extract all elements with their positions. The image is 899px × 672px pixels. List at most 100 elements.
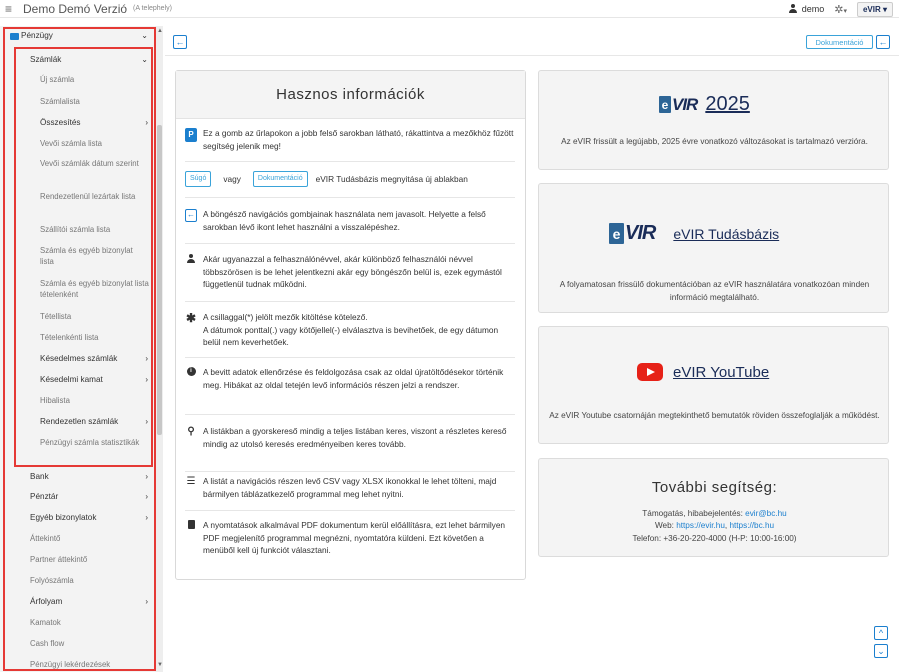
chevron-right-icon: › xyxy=(145,492,148,501)
evir-logo: e VIR xyxy=(659,95,698,115)
sugo-chip: Súgó xyxy=(185,171,212,187)
info-row-validation: i A bevitt adatok ellenőrzése és feldolg… xyxy=(185,366,515,391)
divider xyxy=(185,414,515,415)
useful-info-card: Hasznos információk P Ez a gomb az űrlap… xyxy=(175,70,526,580)
version-2025-title[interactable]: 2025 xyxy=(705,93,750,116)
chevron-right-icon: › xyxy=(145,597,148,606)
sidebar-item-kamatok[interactable]: Kamatok xyxy=(30,618,150,629)
info-row-print: A nyomtatások alkalmával PDF dokumentum … xyxy=(185,519,515,557)
app-subtitle: (A telephely) xyxy=(133,5,172,12)
info-row-search: ⚲ A listákban a gyorskereső mindig a tel… xyxy=(185,425,515,450)
documentation-chip: Dokumentáció xyxy=(252,171,308,187)
divider xyxy=(185,301,515,302)
back-button-right[interactable]: ← xyxy=(876,35,890,49)
youtube-title[interactable]: eVIR YouTube xyxy=(673,364,769,381)
pdf-file-icon xyxy=(187,520,195,529)
sidebar-item-szamla-bizonylat-lista[interactable]: Számla és egyéb bizonylat lista xyxy=(40,246,140,267)
sidebar-item-szallitoi-szamla-lista[interactable]: Szállítói számla lista xyxy=(40,225,150,236)
sidebar-item-kesedelmi-kamat[interactable]: Késedelmi kamat › xyxy=(40,375,155,386)
sidebar-item-tetelenkenti-lista[interactable]: Tételenkénti lista xyxy=(40,333,150,344)
sidebar-item-egyeb-bizonylatok[interactable]: Egyéb bizonylatok › xyxy=(30,513,155,524)
further-help-title: További segítség: xyxy=(651,479,778,496)
sidebar-scroll-up-icon[interactable]: ▲ xyxy=(157,28,163,34)
sidebar-item-penzugyi-lekerdezesek[interactable]: Pénzügyi lekérdezések xyxy=(30,660,152,671)
help-p-icon: P xyxy=(185,128,197,142)
sidebar-item-osszesites[interactable]: Összesítés › xyxy=(40,118,155,129)
sidebar-item-arfolyam[interactable]: Árfolyam › xyxy=(30,597,155,608)
sidebar-item-vevoi-szamlak-datum[interactable]: Vevői számlák dátum szerint xyxy=(40,159,150,170)
sidebar-item-partner-attekinto[interactable]: Partner áttekintő xyxy=(30,555,150,566)
chevron-down-icon: ⌄ xyxy=(141,31,148,40)
list-icon: ☰ xyxy=(186,476,196,487)
chevron-down-icon: ⌄ xyxy=(141,55,148,64)
useful-info-title: Hasznos információk xyxy=(176,71,525,119)
money-icon xyxy=(10,32,19,40)
sidebar-item-penzugy[interactable]: Pénzügy ⌄ xyxy=(10,31,155,42)
info-icon: i xyxy=(186,367,196,376)
chevron-right-icon: › xyxy=(145,417,148,426)
sidebar-item-rendezetlen-szamlak[interactable]: Rendezetlen számlák › xyxy=(40,417,155,428)
asterisk-icon: ✱ xyxy=(185,311,197,325)
sidebar-item-rendezetlenul-lezartak[interactable]: Rendezetlenül lezártak lista xyxy=(40,192,150,203)
info-row-export: ☰ A listát a navigációs részen levő CSV … xyxy=(186,476,497,499)
sidebar-item-kesedelmes-szamlak[interactable]: Késedelmes számlák › xyxy=(40,354,155,365)
help-phone-line: Telefon: +36-20-220-4000 (H-P: 10:00-16:… xyxy=(632,534,797,543)
divider xyxy=(185,161,515,162)
sidebar-item-penzugyi-szamla-statisztikak[interactable]: Pénzügyi számla statisztikák xyxy=(40,438,140,449)
evir-logo-menu[interactable]: eVIR ▾ xyxy=(857,1,893,17)
card-youtube[interactable]: eVIR YouTube Az eVIR Youtube csatornáján… xyxy=(538,326,889,444)
chevron-right-icon: › xyxy=(145,375,148,384)
help-web-line: Web: https://evir.hu, https://bc.hu xyxy=(654,521,775,530)
divider xyxy=(185,357,515,358)
sidebar-item-attekinto[interactable]: Áttekintő xyxy=(30,534,150,545)
hamburger-menu-icon[interactable]: ≡ xyxy=(5,2,21,16)
support-email-link[interactable]: evir@bc.hu xyxy=(745,509,787,518)
chevron-right-icon: › xyxy=(145,118,148,127)
youtube-desc: Az eVIR Youtube csatornáján megtekinthet… xyxy=(549,411,880,420)
help-support-line: Támogatás, hibabejelentés: evir@bc.hu xyxy=(642,509,787,518)
search-icon: ⚲ xyxy=(187,426,195,437)
web-link-bc[interactable]: https://bc.hu xyxy=(729,521,774,530)
sidebar-item-folyoszamla[interactable]: Folyószámla xyxy=(30,576,150,587)
info-row-required: ✱ A csillaggal(*) jelölt mezők kitöltése… xyxy=(185,311,499,347)
top-bar: ≡ Demo Demó Verzió (A telephely) demo ✲▾… xyxy=(0,0,899,18)
scroll-top-button[interactable]: ^ xyxy=(874,626,888,640)
documentation-button[interactable]: Dokumentáció xyxy=(806,35,873,49)
info-row-docs: Súgó vagy Dokumentáció eVIR Tudásbázis m… xyxy=(185,171,515,187)
sidebar-scroll-down-icon[interactable]: ▼ xyxy=(157,662,163,668)
sidebar-item-vevoi-szamla-lista[interactable]: Vevői számla lista xyxy=(40,139,150,150)
sidebar-item-uj-szamla[interactable]: Új számla xyxy=(40,75,150,86)
app-title: Demo Demó Verzió xyxy=(23,1,128,16)
sidebar-item-szamla-bizonylat-tetelenkent[interactable]: Számla és egyéb bizonylat lista tételenk… xyxy=(40,279,152,300)
knowledge-base-desc: A folyamatosan frissülő dokumentációban … xyxy=(559,280,870,302)
scroll-bottom-button[interactable]: ⌄ xyxy=(874,644,888,658)
chevron-right-icon: › xyxy=(145,472,148,481)
divider xyxy=(185,510,515,511)
user-menu[interactable]: demo xyxy=(788,4,825,14)
sidebar-item-tetellista[interactable]: Tétellista xyxy=(40,312,150,323)
back-button[interactable]: ← xyxy=(173,35,187,49)
knowledge-base-title[interactable]: eVIR Tudásbázis xyxy=(673,226,779,242)
version-2025-desc: Az eVIR frissült a legújabb, 2025 évre v… xyxy=(561,137,868,146)
card-knowledge-base[interactable]: e VIR eVIR Tudásbázis A folyamatosan fri… xyxy=(538,183,889,313)
user-name: demo xyxy=(801,4,825,14)
sidebar-item-szamlalista[interactable]: Számlalista xyxy=(40,97,150,108)
info-row-navigation: ← A böngésző navigációs gombjainak haszn… xyxy=(185,209,486,232)
info-row-login: Akár ugyanazzal a felhasználónévvel, aká… xyxy=(185,253,515,291)
sidebar-item-cash-flow[interactable]: Cash flow xyxy=(30,639,150,650)
settings-menu[interactable]: ✲▾ xyxy=(834,3,847,16)
web-link-evir[interactable]: https://evir.hu xyxy=(676,521,725,530)
sidebar-item-penztar[interactable]: Pénztár › xyxy=(30,492,155,503)
card-version-2025[interactable]: e VIR 2025 Az eVIR frissült a legújabb, … xyxy=(538,70,889,170)
info-row-help-button: P Ez a gomb az űrlapokon a jobb felső sa… xyxy=(185,127,515,152)
chevron-right-icon: › xyxy=(145,513,148,522)
youtube-icon xyxy=(637,363,663,381)
sidebar-item-bank[interactable]: Bank › xyxy=(30,472,155,483)
toolbar-divider xyxy=(165,55,899,56)
sidebar-scroll-thumb[interactable] xyxy=(157,125,162,435)
evir-logo: e VIR xyxy=(609,222,656,245)
sidebar-item-szamlak[interactable]: Számlák ⌄ xyxy=(30,55,155,66)
user-icon xyxy=(186,254,196,264)
card-further-help: További segítség: Támogatás, hibabejelen… xyxy=(538,458,889,557)
sidebar-item-hibalista[interactable]: Hibalista xyxy=(40,396,150,407)
